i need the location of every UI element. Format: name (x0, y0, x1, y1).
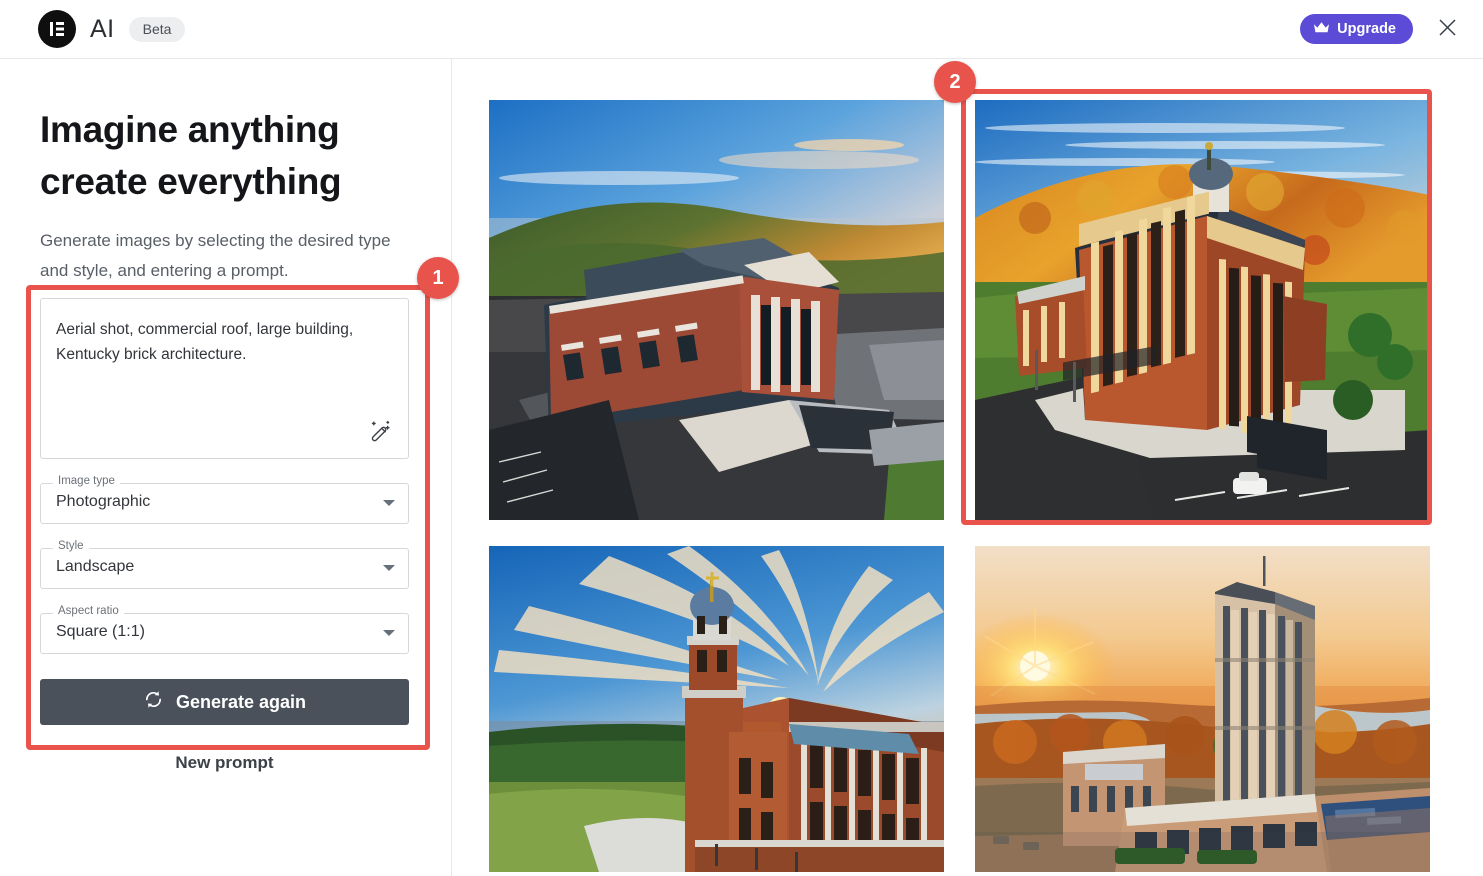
crown-icon (1313, 21, 1330, 38)
magic-wand-icon[interactable] (367, 418, 393, 444)
chevron-down-icon (383, 630, 395, 636)
prompt-sidebar: Imagine anything create everything Gener… (0, 59, 452, 876)
image-type-label: Image type (53, 475, 120, 488)
page-subtitle: Generate images by selecting the desired… (40, 231, 391, 280)
headline-line-2: create everything (40, 161, 342, 202)
aspect-ratio-label: Aspect ratio (53, 605, 124, 618)
generate-again-label: Generate again (175, 691, 307, 712)
annotation-badge-2: 2 (934, 61, 976, 103)
page-title: Imagine anything create everything (40, 104, 420, 208)
results-row-2 (489, 546, 1430, 872)
elementor-ai-image-generator: AI Beta Upgrade Imagine anything create … (0, 0, 1483, 876)
generate-again-button[interactable]: Generate again (40, 679, 409, 725)
image-type-value: Photographic (56, 493, 151, 510)
image-type-select[interactable]: Image type Photographic (40, 475, 409, 524)
header-actions: Upgrade (1300, 14, 1461, 44)
results-gallery (489, 100, 1430, 872)
style-value: Landscape (56, 558, 135, 575)
close-button[interactable] (1433, 15, 1461, 43)
aspect-ratio-select[interactable]: Aspect ratio Square (1:1) (40, 605, 409, 654)
prompt-form: Aerial shot, commercial roof, large buil… (40, 298, 409, 773)
style-label: Style (53, 540, 89, 553)
beta-badge: Beta (128, 16, 186, 42)
upgrade-button[interactable]: Upgrade (1300, 14, 1413, 44)
brand: AI Beta (38, 10, 186, 48)
style-select[interactable]: Style Landscape (40, 540, 409, 589)
headline-line-1: Imagine anything (40, 109, 340, 150)
app-title: AI (90, 14, 115, 43)
chevron-down-icon (383, 500, 395, 506)
refresh-icon (143, 689, 164, 715)
result-image-2[interactable] (975, 100, 1430, 520)
chevron-down-icon (383, 565, 395, 571)
app-header: AI Beta Upgrade (0, 0, 1483, 59)
aspect-ratio-value: Square (1:1) (56, 623, 145, 640)
new-prompt-link[interactable]: New prompt (40, 753, 409, 773)
prompt-input[interactable]: Aerial shot, commercial roof, large buil… (40, 298, 409, 459)
prompt-value[interactable]: Aerial shot, commercial roof, large buil… (56, 317, 356, 367)
elementor-logo-icon (38, 10, 76, 48)
result-image-3[interactable] (489, 546, 944, 872)
upgrade-label: Upgrade (1337, 21, 1396, 37)
results-row-1 (489, 100, 1430, 520)
close-icon (1437, 17, 1458, 41)
result-image-4[interactable] (975, 546, 1430, 872)
result-image-1[interactable] (489, 100, 944, 520)
annotation-badge-1: 1 (417, 257, 459, 299)
